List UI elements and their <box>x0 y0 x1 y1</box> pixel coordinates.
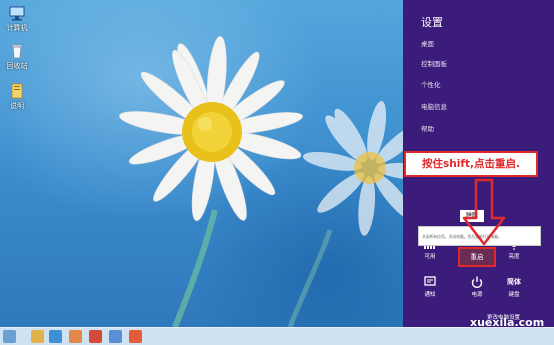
tile-label: 通知 <box>424 292 436 298</box>
daisy-wallpaper <box>119 36 403 327</box>
charm-link-pc-info[interactable]: 电脑信息 <box>421 101 447 111</box>
restart-button[interactable]: 重启 <box>458 247 496 267</box>
desktop-icon-label: 说明 <box>10 102 24 110</box>
tile-notifications[interactable]: 通知 <box>419 276 441 298</box>
charm-title: 设置 <box>421 16 443 29</box>
charm-link-personalize[interactable]: 个性化 <box>421 79 441 89</box>
tile-label: 电源 <box>471 292 483 298</box>
watermark: xuexila.com <box>470 316 545 329</box>
arrow-down-icon <box>462 178 506 246</box>
power-icon <box>471 276 483 288</box>
tile-keyboard[interactable]: 简体 键盘 <box>503 276 525 298</box>
tile-label: 键盘 <box>508 292 520 298</box>
desktop-icon-label: 计算机 <box>6 24 28 32</box>
charm-link-control-panel[interactable]: 控制面板 <box>421 58 447 68</box>
keyboard-icon: 简体 <box>507 278 521 286</box>
charm-link-desktop[interactable]: 桌面 <box>421 38 434 48</box>
computer-icon <box>9 6 25 21</box>
notifications-icon <box>424 276 436 286</box>
tile-power[interactable]: 电源 <box>466 276 488 298</box>
taskbar-app-icon[interactable] <box>109 330 122 343</box>
desktop-icon-label: 回收站 <box>6 62 28 70</box>
desktop-icon-folder[interactable]: 说明 <box>3 82 31 111</box>
start-icon[interactable] <box>3 330 16 343</box>
tile-label: 亮度 <box>508 254 520 260</box>
desktop: 计算机 回收站 说明 <box>0 0 403 327</box>
taskbar <box>0 327 554 345</box>
media-icon[interactable] <box>69 330 82 343</box>
browser-icon[interactable] <box>49 330 62 343</box>
folder-icon <box>11 83 23 99</box>
instruction-callout: 按住shift,点击重启. <box>404 151 538 177</box>
desktop-icon-computer[interactable]: 计算机 <box>3 4 31 33</box>
taskbar-app-icon[interactable] <box>89 330 102 343</box>
charm-link-help[interactable]: 帮助 <box>421 123 434 133</box>
tile-label: 可用 <box>424 254 436 260</box>
recycle-bin-icon <box>11 44 23 59</box>
taskbar-app-icon[interactable] <box>129 330 142 343</box>
desktop-icon-recycle-bin[interactable]: 回收站 <box>3 42 31 71</box>
file-explorer-icon[interactable] <box>31 330 44 343</box>
